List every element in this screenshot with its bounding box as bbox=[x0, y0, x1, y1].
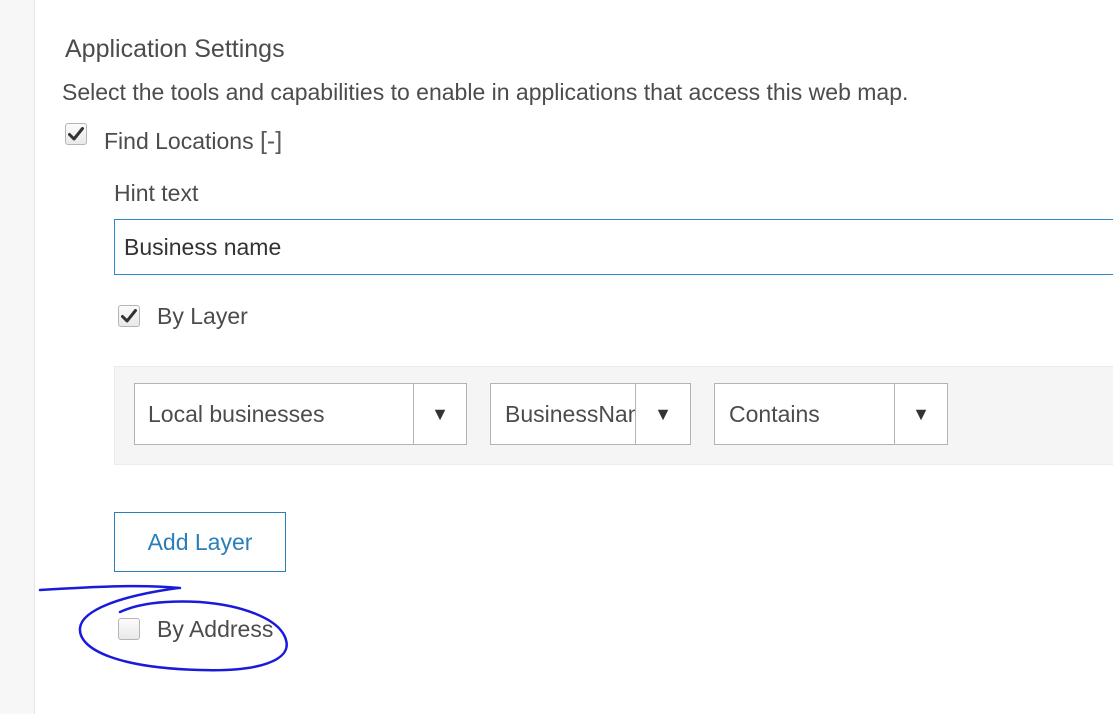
triangle-down-icon[interactable]: ▼ bbox=[635, 384, 690, 444]
find-locations-checkbox[interactable] bbox=[65, 123, 87, 145]
layer-select-value: Local businesses bbox=[148, 400, 325, 427]
triangle-down-icon[interactable]: ▼ bbox=[413, 384, 466, 444]
operator-select[interactable]: Contains ▼ bbox=[714, 383, 948, 445]
operator-select-value: Contains bbox=[729, 400, 820, 427]
left-gutter bbox=[0, 0, 35, 714]
triangle-down-icon[interactable]: ▼ bbox=[894, 384, 947, 444]
hand-drawn-annotation bbox=[38, 584, 288, 672]
field-select-value: BusinessName bbox=[505, 400, 635, 427]
hint-text-label: Hint text bbox=[114, 180, 199, 206]
checkmark-icon bbox=[121, 309, 137, 323]
section-title: Application Settings bbox=[65, 35, 285, 63]
by-address-checkbox[interactable] bbox=[118, 618, 140, 640]
layer-select[interactable]: Local businesses ▼ bbox=[134, 383, 467, 445]
by-layer-label: By Layer bbox=[157, 303, 248, 329]
find-locations-label: Find Locations [-] bbox=[104, 127, 282, 156]
add-layer-button[interactable]: Add Layer bbox=[114, 512, 286, 572]
field-select[interactable]: BusinessName ▼ bbox=[490, 383, 691, 445]
find-locations-text: Find Locations bbox=[104, 128, 254, 154]
checkmark-icon bbox=[68, 127, 84, 141]
section-description: Select the tools and capabilities to ena… bbox=[62, 79, 909, 105]
hint-text-input[interactable] bbox=[114, 219, 1113, 275]
by-layer-checkbox[interactable] bbox=[118, 305, 140, 327]
by-address-label: By Address bbox=[157, 616, 274, 642]
find-locations-collapse-toggle[interactable]: [-] bbox=[260, 127, 282, 155]
annotation-underline bbox=[38, 584, 182, 592]
layer-search-panel: Local businesses ▼ BusinessName ▼ Contai… bbox=[114, 366, 1113, 465]
